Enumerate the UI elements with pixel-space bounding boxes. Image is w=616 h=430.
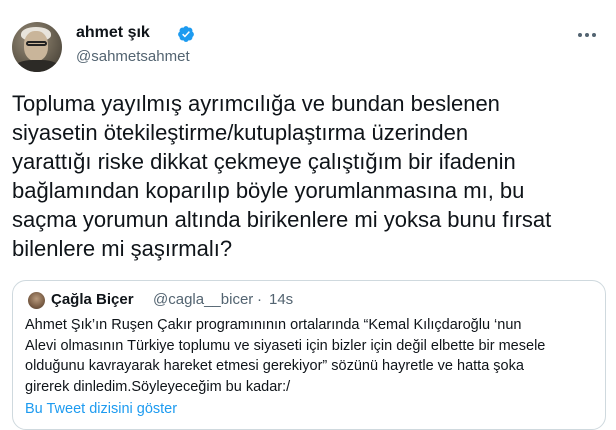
quoted-tweet-text: Ahmet Şık’ın Ruşen Çakır programınının o… — [25, 317, 546, 395]
tweet-text: Topluma yayılmış ayrımcılığa ve bundan b… — [12, 91, 552, 261]
quoted-timestamp[interactable]: 14s — [269, 291, 293, 308]
more-options-icon[interactable] — [578, 24, 602, 40]
author-name[interactable]: ahmet şık — [76, 24, 150, 42]
quoted-tweet[interactable]: Çağla Biçer @cagla__bicer · 14s Ahmet Şı… — [12, 280, 606, 430]
quoted-author-name[interactable]: Çağla Biçer — [51, 291, 134, 308]
quoted-author-handle[interactable]: @cagla__bicer — [153, 291, 253, 308]
author-avatar[interactable] — [12, 22, 62, 72]
dot-separator: · — [257, 291, 262, 308]
verified-badge-icon — [178, 26, 194, 42]
quoted-author-avatar[interactable] — [28, 292, 45, 309]
tweet: ahmet şık @sahmetsahmet Topluma yayılmış… — [0, 0, 616, 430]
show-thread-link[interactable]: Bu Tweet dizisini göster — [25, 401, 177, 417]
author-handle[interactable]: @sahmetsahmet — [76, 48, 190, 65]
